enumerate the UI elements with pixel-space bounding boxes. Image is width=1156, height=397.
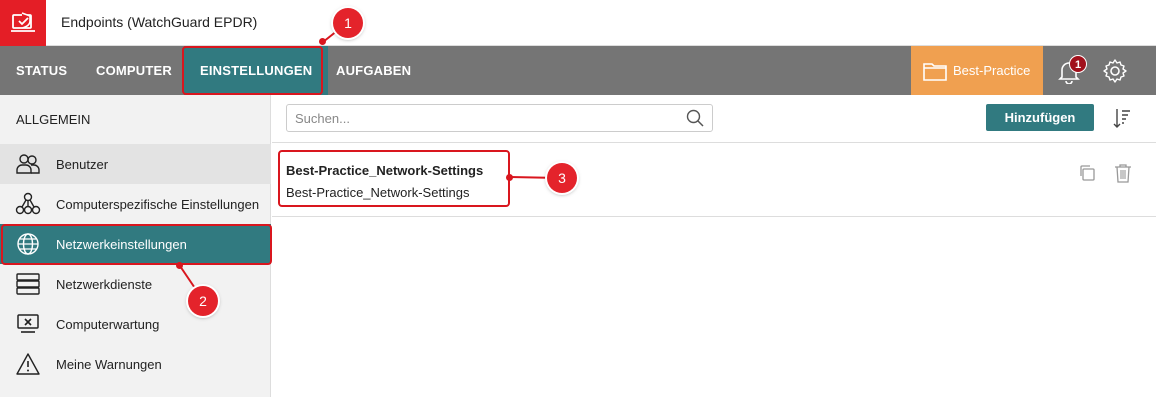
- sidebar-item-computerwartung[interactable]: Computerwartung: [0, 304, 271, 344]
- annotation-marker-2: 2: [188, 286, 218, 316]
- search-input[interactable]: [287, 105, 667, 131]
- search-box: [286, 104, 713, 132]
- users-icon: [16, 154, 40, 174]
- sidebar-item-label: Benutzer: [56, 156, 109, 172]
- tab-status[interactable]: STATUS: [16, 46, 67, 95]
- settings-profile-title[interactable]: Best-Practice_Network-Settings: [286, 163, 483, 178]
- main-panel: Hinzufügen Best-Practice_Network-Setting…: [272, 95, 1156, 397]
- settings-profile-description: Best-Practice_Network-Settings: [286, 185, 470, 200]
- filter-button[interactable]: Best-Practice: [911, 46, 1043, 95]
- list-item[interactable]: Best-Practice_Network-Settings Best-Prac…: [272, 143, 1156, 217]
- warning-icon: [16, 353, 40, 375]
- sidebar-item-netzwerkeinstellungen[interactable]: Netzwerkeinstellungen: [0, 224, 271, 264]
- search-icon[interactable]: [686, 109, 704, 127]
- list-toolbar: Hinzufügen: [272, 95, 1156, 143]
- copy-icon[interactable]: [1078, 164, 1096, 182]
- annotation-marker-1: 1: [333, 8, 363, 38]
- annotation-dot: [506, 174, 513, 181]
- sidebar-item-benutzer[interactable]: Benutzer: [0, 144, 271, 184]
- main-nav: STATUS COMPUTER EINSTELLUNGEN AUFGABEN B…: [0, 46, 1156, 95]
- sidebar-header: ALLGEMEIN: [16, 112, 91, 127]
- sort-icon[interactable]: [1113, 108, 1131, 128]
- app-title: Endpoints (WatchGuard EPDR): [61, 14, 258, 30]
- monitor-x-icon: [17, 314, 39, 333]
- annotation-marker-3: 3: [547, 163, 577, 193]
- sidebar-item-label: Meine Warnungen: [56, 356, 162, 372]
- sidebar: ALLGEMEIN Benutzer Computerspezifische E…: [0, 95, 271, 397]
- sidebar-item-netzwerkdienste[interactable]: Netzwerkdienste: [0, 264, 271, 304]
- add-button[interactable]: Hinzufügen: [986, 104, 1094, 131]
- sidebar-item-meine-warnungen[interactable]: Meine Warnungen: [0, 344, 271, 384]
- sidebar-item-label: Netzwerkdienste: [56, 276, 153, 292]
- annotation-dot: [319, 38, 326, 45]
- filter-label: Best-Practice: [953, 63, 1031, 78]
- server-icon: [16, 273, 40, 295]
- annotation-dot: [176, 262, 183, 269]
- tab-computer[interactable]: COMPUTER: [96, 46, 172, 95]
- network-nodes-icon: [15, 192, 41, 215]
- title-bar: Endpoints (WatchGuard EPDR): [0, 0, 1156, 46]
- app-logo[interactable]: [0, 0, 46, 46]
- tab-aufgaben[interactable]: AUFGABEN: [336, 46, 411, 95]
- shield-check-icon: [11, 12, 35, 32]
- sidebar-item-label: Computerwartung: [56, 316, 160, 332]
- gear-icon[interactable]: [1102, 58, 1128, 84]
- sidebar-item-computerspezifisch[interactable]: Computerspezifische Einstellungen: [0, 184, 271, 224]
- trash-icon[interactable]: [1114, 163, 1132, 183]
- globe-icon: [17, 233, 39, 255]
- tab-einstellungen[interactable]: EINSTELLUNGEN: [184, 46, 329, 95]
- notification-badge: 1: [1069, 55, 1087, 73]
- sidebar-item-label: Netzwerkeinstellungen: [56, 236, 187, 252]
- sidebar-item-label: Computerspezifische Einstellungen: [56, 196, 260, 212]
- app-window: Endpoints (WatchGuard EPDR) STATUS COMPU…: [0, 0, 1156, 397]
- folder-icon: [923, 62, 947, 81]
